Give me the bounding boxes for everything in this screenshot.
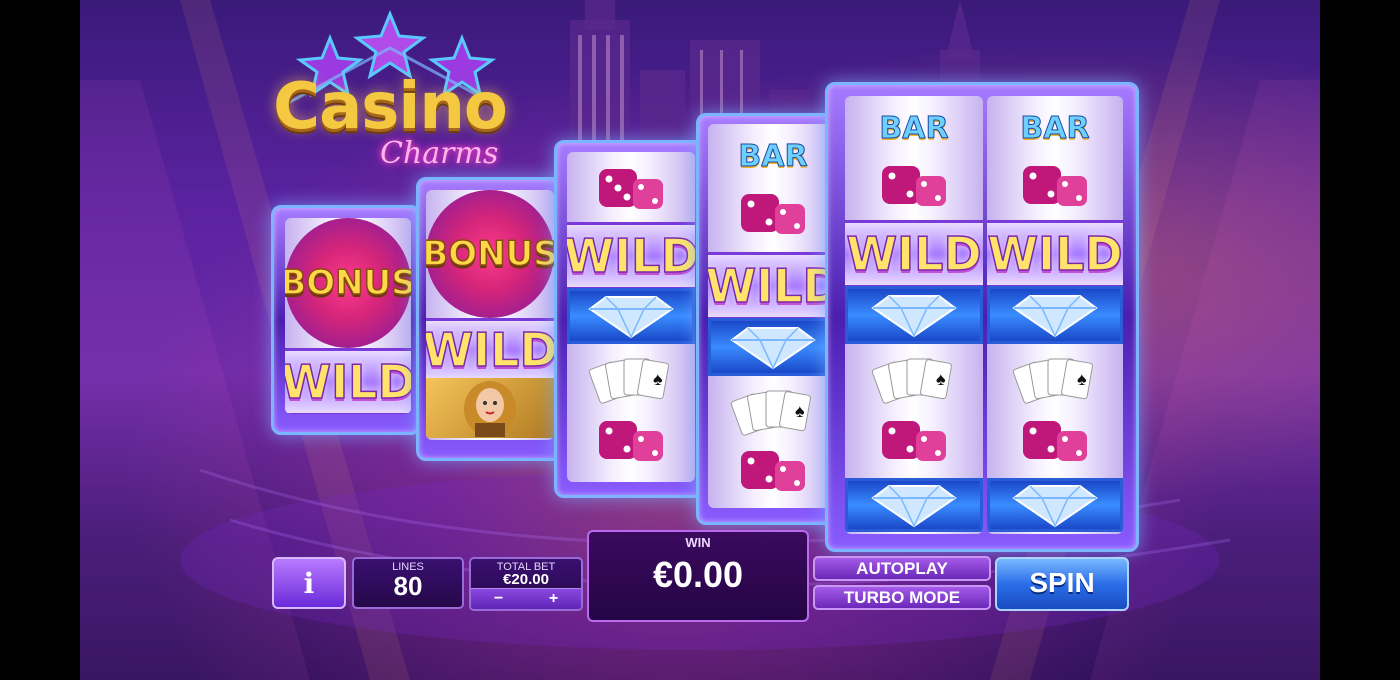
logo-title: Casino <box>273 70 508 144</box>
symbol-wild-label: WILD <box>567 228 695 284</box>
dice-icon <box>1023 421 1087 461</box>
svg-text:♠: ♠ <box>1077 369 1087 389</box>
symbol-cards: ♠ <box>708 382 838 444</box>
symbol-wild: WILD <box>845 220 983 288</box>
symbol-bonus-label: BONUS <box>285 262 411 304</box>
win-amount: €0.00 <box>652 554 744 595</box>
symbol-dice <box>987 156 1123 222</box>
diamond-icon <box>1012 295 1098 338</box>
dice-icon <box>1023 166 1087 206</box>
symbol-dice <box>845 412 983 476</box>
total-bet-panel: TOTAL BET €20.00 − + <box>469 557 583 611</box>
symbol-wild: WILD <box>567 222 695 290</box>
symbol-bonus-label: BONUS <box>426 233 554 275</box>
diamond-icon <box>1012 485 1098 528</box>
symbol-diamond <box>845 286 983 344</box>
diamond-icon <box>871 295 957 338</box>
game-logo: Casino Charms <box>240 8 540 183</box>
symbol-bar: BAR <box>987 100 1123 156</box>
symbol-wild-label: WILD <box>285 354 411 410</box>
playing-cards-icon: ♠ <box>1012 358 1093 404</box>
symbol-bar: BAR <box>708 128 838 184</box>
reel-5: BAR WILD ♠ <box>845 96 983 534</box>
bet-increase-button[interactable]: + <box>526 588 581 609</box>
diamond-icon <box>588 296 674 339</box>
symbol-bonus: BONUS <box>426 190 554 318</box>
autoplay-label: AUTOPLAY <box>856 559 948 578</box>
lines-value: 80 <box>393 571 423 601</box>
symbol-bar-label: BAR <box>879 110 949 146</box>
svg-text:♠: ♠ <box>936 369 946 389</box>
svg-text:♠: ♠ <box>653 369 663 389</box>
symbol-diamond <box>845 478 983 532</box>
diamond-icon <box>871 485 957 528</box>
total-bet-value: €20.00 <box>503 571 549 588</box>
dice-icon <box>882 421 946 461</box>
symbol-cards: ♠ <box>987 350 1123 412</box>
minus-icon: − <box>493 590 504 607</box>
symbol-dice <box>987 412 1123 476</box>
lines-panel: LINES 80 <box>352 557 464 609</box>
symbol-bar: BAR <box>845 100 983 156</box>
playing-cards-icon: ♠ <box>871 358 952 404</box>
reel-3: WILD ♠ <box>567 152 695 482</box>
symbol-diamond <box>567 288 695 344</box>
dice-icon <box>741 451 805 491</box>
symbol-wild-label: WILD <box>987 226 1123 282</box>
spin-label: SPIN <box>1029 567 1095 598</box>
playing-cards-icon: ♠ <box>588 358 669 404</box>
symbol-dice <box>567 162 695 222</box>
info-button[interactable]: i <box>272 557 346 609</box>
symbol-dice <box>845 156 983 222</box>
logo-subtitle: Charms <box>380 136 499 171</box>
symbol-dice <box>567 414 695 474</box>
dice-icon <box>599 169 663 209</box>
symbol-wild: WILD <box>285 348 411 414</box>
symbol-wild: WILD <box>426 318 554 382</box>
game-stage: Casino Charms BONUS WILD BONUS WILD WILD… <box>80 0 1320 680</box>
spin-button[interactable]: SPIN <box>995 557 1129 611</box>
symbol-bonus: BONUS <box>285 218 411 348</box>
turbo-mode-label: TURBO MODE <box>843 588 961 607</box>
bet-decrease-button[interactable]: − <box>471 588 527 609</box>
symbol-bar-label: BAR <box>1020 110 1090 146</box>
info-icon: i <box>303 566 315 600</box>
symbol-cards: ♠ <box>567 350 695 412</box>
turbo-mode-button[interactable]: TURBO MODE <box>813 585 991 610</box>
dice-icon <box>882 166 946 206</box>
symbol-bar-label: BAR <box>738 138 808 174</box>
symbol-lady <box>426 378 554 438</box>
symbol-wild: WILD <box>708 252 838 320</box>
reel-1: BONUS WILD <box>285 218 411 414</box>
symbol-diamond <box>708 318 838 376</box>
symbol-diamond <box>987 478 1123 532</box>
reel-6: BAR WILD ♠ <box>987 96 1123 534</box>
symbol-wild-label: WILD <box>426 322 554 378</box>
symbol-wild-label: WILD <box>708 258 838 314</box>
diamond-icon <box>730 327 816 370</box>
win-label: WIN <box>685 535 711 550</box>
symbol-cards: ♠ <box>845 350 983 412</box>
svg-text:♠: ♠ <box>795 401 805 421</box>
reel-4: BAR WILD ♠ <box>708 124 838 508</box>
symbol-wild: WILD <box>987 220 1123 288</box>
dice-icon <box>741 194 805 234</box>
symbol-dice <box>708 184 838 250</box>
playing-cards-icon: ♠ <box>730 390 811 436</box>
symbol-diamond <box>987 286 1123 344</box>
symbol-dice <box>708 444 838 504</box>
win-display: WIN €0.00 <box>587 530 809 622</box>
lady-portrait-icon <box>464 381 516 437</box>
reel-2: BONUS WILD <box>426 190 554 440</box>
autoplay-button[interactable]: AUTOPLAY <box>813 556 991 581</box>
plus-icon: + <box>548 590 559 607</box>
dice-icon <box>599 421 663 461</box>
symbol-wild-label: WILD <box>846 226 983 282</box>
